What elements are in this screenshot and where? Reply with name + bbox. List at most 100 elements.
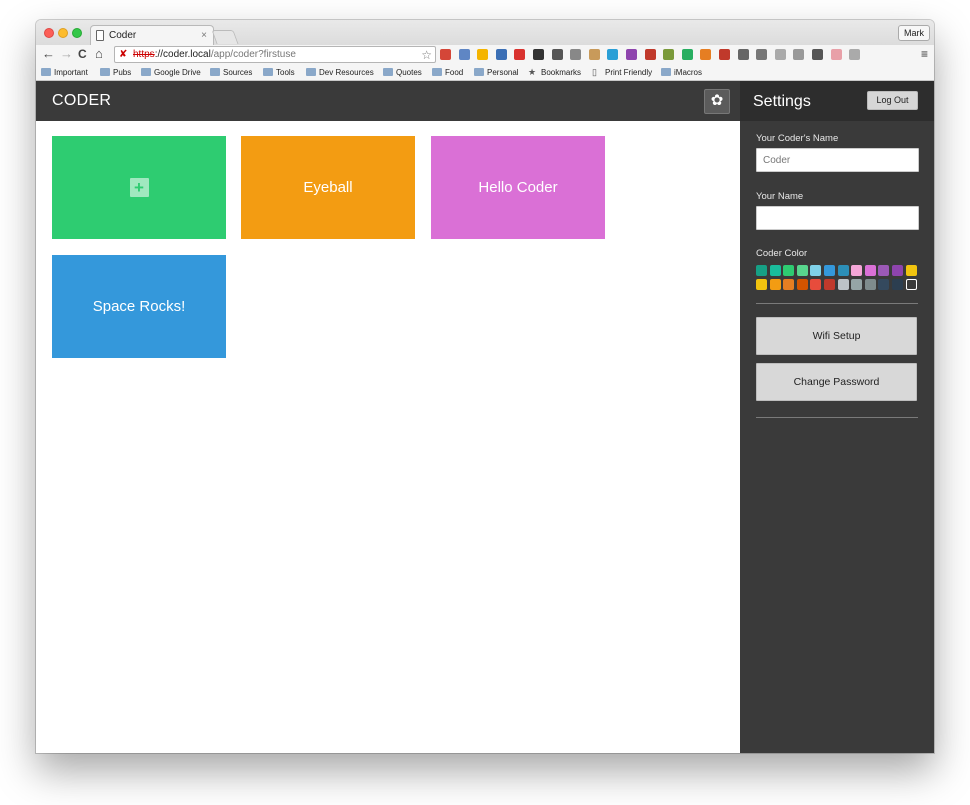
- extension-icon[interactable]: [477, 49, 489, 60]
- home-icon[interactable]: ⌂: [95, 47, 103, 61]
- folder-icon: [661, 68, 671, 76]
- bookmark-pubs[interactable]: Pubs: [100, 67, 131, 78]
- folder-icon: [100, 68, 110, 76]
- bookmark-important[interactable]: Important: [41, 67, 88, 78]
- url-scheme: https: [133, 49, 155, 60]
- extension-icon[interactable]: [700, 49, 712, 60]
- profile-button[interactable]: Mark: [898, 25, 930, 41]
- folder-icon: [141, 68, 151, 76]
- app-tile-eyeball[interactable]: Eyeball: [241, 136, 415, 239]
- extension-icon[interactable]: [663, 49, 675, 60]
- extension-icon[interactable]: [607, 49, 619, 60]
- bookmark-star-icon[interactable]: ☆: [421, 48, 432, 62]
- chrome-menu-icon[interactable]: ≡: [921, 47, 928, 61]
- bookmark-google-drive[interactable]: Google Drive: [141, 67, 201, 78]
- extension-icon[interactable]: [756, 49, 768, 60]
- color-swatch[interactable]: [756, 265, 767, 276]
- extension-icon[interactable]: [793, 49, 805, 60]
- wifi-setup-button[interactable]: Wifi Setup: [756, 317, 917, 355]
- bookmark-quotes[interactable]: Quotes: [383, 67, 422, 78]
- bookmark-bookmarks[interactable]: ★ Bookmarks: [528, 67, 581, 78]
- bookmark-label: Personal: [487, 68, 519, 77]
- color-swatch[interactable]: [837, 279, 849, 290]
- new-app-tile[interactable]: +: [52, 136, 226, 239]
- bookmark-label: Bookmarks: [541, 68, 582, 77]
- extension-icon[interactable]: [626, 49, 637, 60]
- bookmark-food[interactable]: Food: [432, 67, 463, 78]
- browser-tab[interactable]: Coder ×: [90, 25, 214, 46]
- minimize-window-button[interactable]: [58, 28, 68, 38]
- color-swatch[interactable]: [864, 279, 876, 290]
- new-tab-button[interactable]: [211, 30, 239, 44]
- extension-icon[interactable]: [570, 49, 582, 60]
- bookmark-dev-resources[interactable]: Dev Resources: [306, 67, 374, 78]
- bookmark-label: Quotes: [396, 68, 422, 77]
- color-swatch[interactable]: [796, 265, 808, 276]
- address-bar[interactable]: ✘ https://coder.local/app/coder?firstuse…: [114, 46, 436, 63]
- color-swatch[interactable]: [851, 265, 863, 276]
- bookmark-imacros[interactable]: iMacros: [661, 67, 702, 78]
- bookmark-sources[interactable]: Sources: [210, 67, 252, 78]
- color-swatch[interactable]: [851, 279, 863, 290]
- bookmark-tools[interactable]: Tools: [263, 67, 295, 78]
- folder-icon: [210, 68, 220, 76]
- color-swatch[interactable]: [837, 265, 849, 276]
- extension-icon[interactable]: [551, 49, 563, 60]
- your-name-input[interactable]: [756, 206, 919, 230]
- extension-icon[interactable]: [719, 49, 730, 60]
- color-swatch[interactable]: [905, 265, 917, 276]
- bookmark-label: Food: [445, 68, 464, 77]
- app-tile-space-rocks[interactable]: Space Rocks!: [52, 255, 226, 358]
- extension-icon[interactable]: [812, 49, 823, 60]
- tile-label: Eyeball: [303, 179, 353, 196]
- bookmark-personal[interactable]: Personal: [474, 67, 519, 78]
- color-swatch[interactable]: [769, 279, 781, 290]
- color-swatch[interactable]: [783, 279, 795, 290]
- color-swatch[interactable]: [756, 279, 767, 290]
- tab-close-icon[interactable]: ×: [201, 30, 207, 41]
- extension-icon[interactable]: [774, 49, 786, 60]
- app-tile-hello-coder[interactable]: Hello Coder: [431, 136, 605, 239]
- reload-icon[interactable]: C: [78, 47, 87, 61]
- settings-header: Settings Log Out: [740, 81, 934, 121]
- color-swatch[interactable]: [824, 265, 835, 276]
- color-swatch[interactable]: [783, 265, 795, 276]
- bookmark-print-friendly[interactable]: ▯ Print Friendly: [592, 67, 652, 78]
- extension-icon[interactable]: [830, 49, 842, 60]
- settings-gear-button[interactable]: ✿: [704, 89, 730, 114]
- color-swatch[interactable]: [810, 279, 822, 290]
- app-brand[interactable]: CODER: [52, 92, 111, 110]
- extension-icon[interactable]: [533, 49, 544, 60]
- color-swatch[interactable]: [878, 265, 890, 276]
- page-icon: ▯: [592, 67, 597, 77]
- extension-icon[interactable]: [458, 49, 470, 60]
- color-swatch[interactable]: [864, 265, 876, 276]
- forward-arrow-icon[interactable]: →: [60, 47, 73, 61]
- extension-icon[interactable]: [588, 49, 600, 60]
- extension-icon[interactable]: [440, 49, 451, 60]
- close-window-button[interactable]: [44, 28, 54, 38]
- gear-icon: ✿: [710, 92, 724, 109]
- color-swatch[interactable]: [905, 279, 917, 290]
- color-swatch[interactable]: [769, 265, 781, 276]
- extension-icon[interactable]: [681, 49, 693, 60]
- color-swatch[interactable]: [824, 279, 835, 290]
- color-swatch[interactable]: [892, 279, 903, 290]
- coder-app: CODER ✿ + Eyeball Hello Coder Space Rocks! …: [36, 81, 934, 753]
- color-swatch[interactable]: [892, 265, 903, 276]
- folder-icon: [383, 68, 393, 76]
- extension-icon[interactable]: [495, 49, 507, 60]
- coder-name-input[interactable]: [756, 148, 919, 172]
- extension-icon[interactable]: [737, 49, 749, 60]
- color-swatch[interactable]: [796, 279, 808, 290]
- change-password-button[interactable]: Change Password: [756, 363, 917, 401]
- color-swatch[interactable]: [878, 279, 890, 290]
- extension-icon[interactable]: [849, 49, 861, 60]
- back-arrow-icon[interactable]: ←: [42, 47, 55, 61]
- color-swatch[interactable]: [810, 265, 822, 276]
- maximize-window-button[interactable]: [72, 28, 82, 38]
- extension-icon[interactable]: [644, 49, 656, 60]
- logout-button[interactable]: Log Out: [867, 91, 918, 110]
- extension-icon[interactable]: [514, 49, 526, 60]
- folder-icon: [263, 68, 273, 76]
